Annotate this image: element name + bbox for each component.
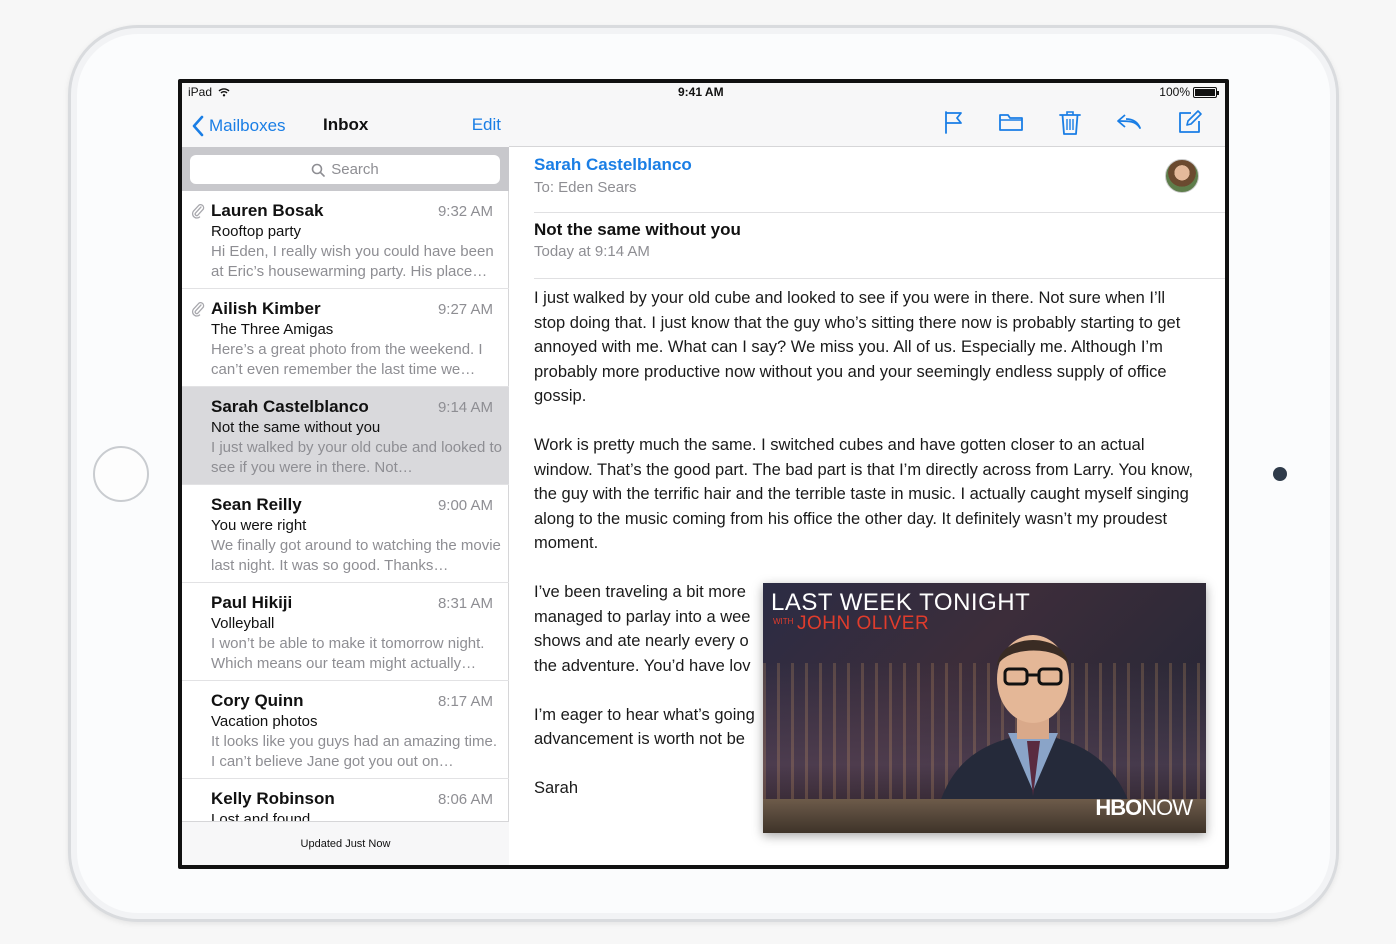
email-header: Sarah Castelblanco To: Eden Sears: [534, 155, 692, 196]
mailboxes-back-button[interactable]: Mailboxes: [191, 115, 286, 137]
header-divider: [534, 212, 1225, 213]
message-sender: Cory Quinn: [211, 691, 304, 710]
folder-icon: [999, 114, 1023, 131]
search-input[interactable]: Search: [190, 155, 500, 184]
status-battery: 100%: [1159, 85, 1219, 99]
recipient-line: To: Eden Sears: [534, 179, 637, 196]
message-sender: Paul Hikiji: [211, 593, 293, 612]
message-subject: Volleyball: [211, 615, 275, 632]
status-device: iPad: [188, 85, 230, 99]
search-placeholder: Search: [331, 161, 379, 178]
message-preview: We finally got around to watching the mo…: [211, 537, 501, 574]
message-preview: It looks like you guys had an amazing ti…: [211, 733, 497, 770]
wifi-icon: [218, 88, 230, 97]
message-time: 8:31 AM: [437, 595, 493, 612]
message-preview: I just walked by your old cube and looke…: [211, 439, 503, 476]
flag-button[interactable]: [941, 109, 967, 135]
update-status: Updated Just Now: [182, 821, 509, 865]
search-icon: [311, 163, 326, 177]
message-time: 9:14 AM: [437, 399, 493, 416]
delete-button[interactable]: [1057, 109, 1083, 135]
inbox-title: Inbox: [323, 115, 369, 134]
message-row[interactable]: Ailish Kimber 9:27 AM The Three Amigas H…: [182, 289, 509, 387]
detail-toolbar: 9:41 AM 100%: [509, 83, 1225, 147]
home-button[interactable]: [93, 446, 149, 502]
email-subject: Not the same without you: [534, 220, 741, 239]
body-paragraph: I’m eager to hear what’s going advanceme…: [534, 705, 755, 749]
search-bar: Search: [182, 147, 509, 191]
message-subject: Lost and found: [211, 811, 311, 821]
camera-icon: [1273, 467, 1287, 481]
compose-button[interactable]: [1177, 109, 1203, 135]
message-subject: Not the same without you: [211, 419, 381, 436]
message-time: 8:06 AM: [437, 791, 493, 808]
body-paragraph: I just walked by your old cube and looke…: [534, 289, 1181, 405]
logo-hbo: HBO: [1095, 795, 1142, 820]
message-sender: Lauren Bosak: [211, 201, 324, 220]
back-label: Mailboxes: [209, 116, 286, 135]
device-label: iPad: [188, 85, 213, 99]
screen: iPad Mailboxes Inbox Edit Search Lauren …: [178, 79, 1229, 869]
picture-in-picture-video[interactable]: LAST WEEK TONIGHT WITH JOHN OLIVER HBONO…: [763, 583, 1206, 833]
compose-icon: [1179, 110, 1202, 133]
message-list-pane: iPad Mailboxes Inbox Edit Search Lauren …: [182, 83, 509, 865]
show-title-with: WITH: [773, 617, 794, 626]
message-preview: Here’s a great photo from the weekend. I…: [211, 341, 483, 378]
message-detail-pane: 9:41 AM 100% Sarah Castelblanco To: Eden…: [509, 83, 1225, 865]
move-to-folder-button[interactable]: [998, 109, 1024, 135]
message-subject: Vacation photos: [211, 713, 318, 730]
message-sender: Ailish Kimber: [211, 299, 321, 318]
sender-name[interactable]: Sarah Castelblanco: [534, 155, 692, 175]
reply-icon: [1117, 114, 1141, 129]
message-time: 9:32 AM: [437, 203, 493, 220]
message-time: 9:00 AM: [437, 497, 493, 514]
paperclip-icon: [191, 302, 205, 317]
avatar[interactable]: [1165, 159, 1199, 193]
message-row[interactable]: Cory Quinn 8:17 AM Vacation photos It lo…: [182, 681, 509, 779]
hbo-now-logo: HBONOW: [1095, 795, 1193, 821]
message-sender: Sean Reilly: [211, 495, 302, 514]
edit-button[interactable]: Edit: [472, 115, 501, 135]
message-time: 9:27 AM: [437, 301, 493, 318]
mail-app: iPad Mailboxes Inbox Edit Search Lauren …: [182, 83, 1225, 865]
battery-percent: 100%: [1159, 85, 1190, 99]
message-sender: Kelly Robinson: [211, 789, 335, 808]
subject-divider: [534, 278, 1225, 279]
trash-icon: [1059, 111, 1081, 135]
left-navigation-bar: iPad Mailboxes Inbox Edit: [182, 83, 509, 147]
message-row[interactable]: Paul Hikiji 8:31 AM Volleyball I won’t b…: [182, 583, 509, 681]
message-preview: I won’t be able to make it tomorrow nigh…: [211, 635, 485, 672]
message-row[interactable]: Kelly Robinson 8:06 AM Lost and found: [182, 779, 509, 821]
battery-icon: [1193, 86, 1219, 98]
logo-now: NOW: [1141, 795, 1193, 820]
message-time: 8:17 AM: [437, 693, 493, 710]
message-row[interactable]: Lauren Bosak 9:32 AM Rooftop party Hi Ed…: [182, 191, 509, 289]
message-row[interactable]: Sean Reilly 9:00 AM You were right We fi…: [182, 485, 509, 583]
email-date: Today at 9:14 AM: [534, 243, 650, 260]
body-paragraph: I’ve been traveling a bit more managed t…: [534, 583, 751, 675]
flag-icon: [945, 111, 962, 134]
status-time: 9:41 AM: [678, 85, 724, 99]
message-preview: Hi Eden, I really wish you could have be…: [211, 243, 494, 280]
message-subject: You were right: [211, 517, 307, 534]
show-host-name: JOHN OLIVER: [797, 613, 930, 634]
message-subject: Rooftop party: [211, 223, 302, 240]
chevron-left-icon: [192, 115, 204, 137]
message-sender: Sarah Castelblanco: [211, 397, 369, 416]
message-subject: The Three Amigas: [211, 321, 334, 338]
reply-button[interactable]: [1116, 109, 1142, 135]
body-paragraph: Work is pretty much the same. I switched…: [534, 436, 1194, 552]
message-row-selected[interactable]: Sarah Castelblanco 9:14 AM Not the same …: [182, 387, 509, 485]
message-list: Lauren Bosak 9:32 AM Rooftop party Hi Ed…: [182, 191, 509, 821]
paperclip-icon: [191, 204, 205, 219]
